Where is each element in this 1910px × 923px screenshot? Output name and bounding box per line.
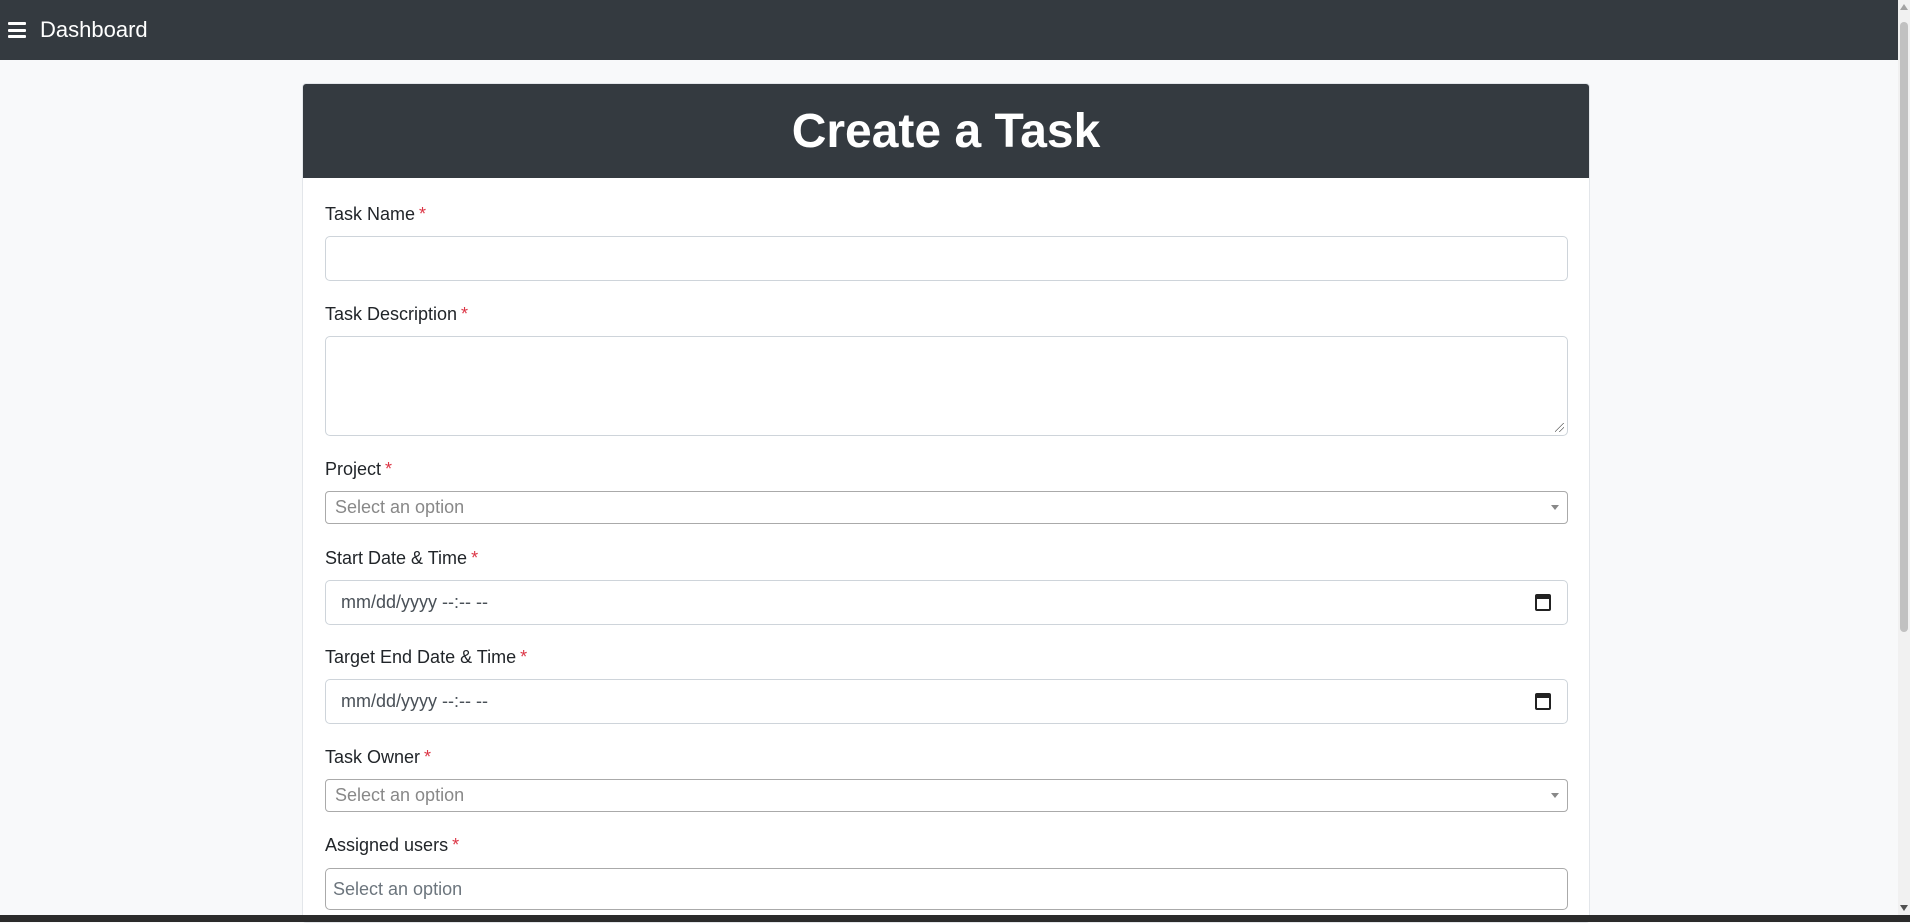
scrollbar-thumb[interactable] bbox=[1900, 22, 1908, 632]
start-datetime-input[interactable]: mm/dd/yyyy --:-- -- bbox=[325, 580, 1568, 625]
assigned-users-placeholder: Select an option bbox=[333, 878, 463, 899]
create-task-card: Create a Task Task Name * Task Descriptio… bbox=[302, 83, 1590, 923]
project-select[interactable]: Select an option bbox=[325, 491, 1568, 524]
taskbar-edge bbox=[0, 915, 1910, 922]
task-owner-select-placeholder: Select an option bbox=[335, 785, 465, 805]
task-name-label: Task Name * bbox=[325, 204, 427, 224]
project-group: Project * Select an option bbox=[325, 459, 1568, 524]
start-datetime-label: Start Date & Time * bbox=[325, 548, 479, 568]
navbar-title[interactable]: Dashboard bbox=[40, 17, 148, 43]
chevron-down-icon bbox=[1551, 793, 1559, 798]
task-owner-label: Task Owner * bbox=[325, 747, 432, 767]
task-name-group: Task Name * bbox=[325, 204, 1568, 281]
hamburger-menu-icon[interactable] bbox=[8, 22, 26, 38]
assigned-users-group: Assigned users * Select an option bbox=[325, 835, 1568, 910]
task-owner-select[interactable]: Select an option bbox=[325, 779, 1568, 812]
task-description-textarea[interactable] bbox=[325, 336, 1568, 436]
top-navbar: Dashboard bbox=[0, 0, 1898, 60]
scroll-up-arrow-icon[interactable] bbox=[1900, 4, 1908, 10]
target-end-datetime-placeholder: mm/dd/yyyy --:-- -- bbox=[341, 691, 488, 711]
target-end-datetime-input[interactable]: mm/dd/yyyy --:-- -- bbox=[325, 679, 1568, 724]
target-end-datetime-group: Target End Date & Time * mm/dd/yyyy --:--… bbox=[325, 647, 1568, 724]
start-datetime-placeholder: mm/dd/yyyy --:-- -- bbox=[341, 592, 488, 612]
resize-grip-icon[interactable] bbox=[1555, 423, 1564, 432]
vertical-scrollbar[interactable] bbox=[1898, 0, 1910, 915]
assigned-users-multiselect[interactable]: Select an option bbox=[325, 868, 1568, 910]
card-header: Create a Task bbox=[303, 84, 1589, 178]
calendar-icon[interactable] bbox=[1535, 693, 1551, 710]
task-owner-group: Task Owner * Select an option bbox=[325, 747, 1568, 812]
task-name-input[interactable] bbox=[325, 236, 1568, 281]
target-end-datetime-label: Target End Date & Time * bbox=[325, 647, 528, 667]
project-label: Project * bbox=[325, 459, 393, 479]
start-datetime-group: Start Date & Time * mm/dd/yyyy --:-- -- bbox=[325, 548, 1568, 625]
chevron-down-icon bbox=[1551, 505, 1559, 510]
task-description-label: Task Description * bbox=[325, 304, 469, 324]
scroll-down-arrow-icon[interactable] bbox=[1900, 905, 1908, 911]
assigned-users-label: Assigned users * bbox=[325, 835, 460, 855]
task-description-group: Task Description * bbox=[325, 304, 1568, 436]
page-title: Create a Task bbox=[791, 104, 1101, 158]
project-select-placeholder: Select an option bbox=[335, 497, 465, 517]
calendar-icon[interactable] bbox=[1535, 594, 1551, 611]
